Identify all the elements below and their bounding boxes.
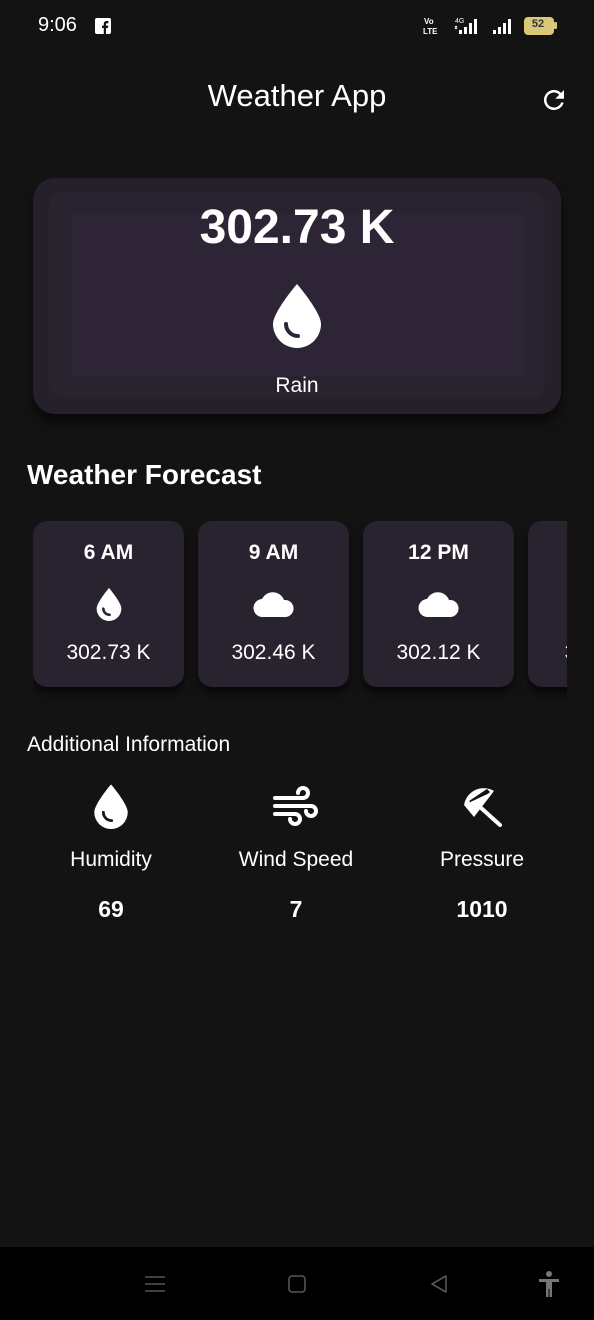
facebook-icon: [95, 18, 111, 34]
info-label: Humidity: [70, 848, 152, 871]
accessibility-button[interactable]: [534, 1271, 564, 1297]
volte-icon: Vo LTE: [423, 17, 438, 36]
app-title: Weather App: [207, 78, 387, 113]
forecast-card[interactable]: 3: [528, 521, 567, 687]
forecast-card[interactable]: 12 PM 302.12 K: [363, 521, 514, 687]
refresh-icon: [543, 89, 564, 110]
water-drop-icon: [94, 784, 128, 829]
info-label: Pressure: [439, 848, 525, 871]
forecast-time: 12 PM: [408, 541, 469, 564]
menu-button[interactable]: [140, 1271, 170, 1297]
info-value: 1010: [456, 896, 508, 922]
current-weather-card: 302.73 K Rain: [33, 178, 561, 414]
wind-speed-info: Wind Speed 7: [201, 782, 391, 932]
info-value: 69: [98, 896, 124, 922]
cloud-icon: [252, 592, 294, 618]
battery-icon: 52: [524, 17, 557, 35]
forecast-card[interactable]: 9 AM 302.46 K: [198, 521, 349, 687]
weather-app-screen: 9:06 Vo LTE 4G 52 Weather App 302.73 K R…: [0, 0, 594, 1320]
forecast-card[interactable]: 6 AM 302.73 K: [33, 521, 184, 687]
home-icon: [288, 1275, 306, 1293]
forecast-temperature: 302.73 K: [66, 641, 151, 664]
info-value: 7: [289, 896, 303, 922]
menu-icon: [145, 1276, 165, 1292]
svg-text:Vo: Vo: [424, 17, 434, 26]
air-icon: [273, 786, 318, 826]
current-temperature: 302.73 K: [199, 201, 395, 254]
status-bar: 9:06 Vo LTE 4G 52: [0, 0, 594, 52]
forecast-temperature: 302.46 K: [231, 641, 316, 664]
info-label: Wind Speed: [238, 848, 354, 871]
beach-umbrella-icon: [464, 788, 502, 827]
pressure-info: Pressure 1010: [387, 782, 577, 932]
signal-4g-icon: 4G: [454, 18, 477, 34]
system-nav-bar: [0, 1247, 594, 1320]
svg-text:LTE: LTE: [423, 27, 438, 36]
home-button[interactable]: [282, 1271, 312, 1297]
humidity-info: Humidity 69: [16, 782, 206, 932]
forecast-time: 9 AM: [248, 541, 299, 564]
refresh-button[interactable]: [536, 82, 572, 118]
forecast-title: Weather Forecast: [27, 459, 262, 490]
back-icon: [431, 1275, 447, 1293]
forecast-temperature: 3: [495, 641, 567, 665]
battery-level: 52: [531, 18, 545, 30]
water-drop-icon: [273, 284, 321, 348]
water-drop-icon: [96, 588, 121, 621]
cloud-icon: [417, 592, 459, 618]
additional-info-title: Additional Information: [27, 733, 231, 756]
status-time: 9:06: [38, 14, 77, 36]
signal-icon: [493, 19, 511, 34]
current-condition: Rain: [275, 374, 319, 397]
forecast-list[interactable]: 6 AM 302.73 K 9 AM 302.46 K 12 PM 302.12…: [33, 521, 567, 701]
back-button[interactable]: [424, 1271, 454, 1297]
svg-text:4G: 4G: [455, 18, 464, 25]
forecast-time: 6 AM: [83, 541, 134, 564]
forecast-temperature: 302.12 K: [396, 641, 481, 664]
accessibility-icon: [539, 1271, 559, 1297]
